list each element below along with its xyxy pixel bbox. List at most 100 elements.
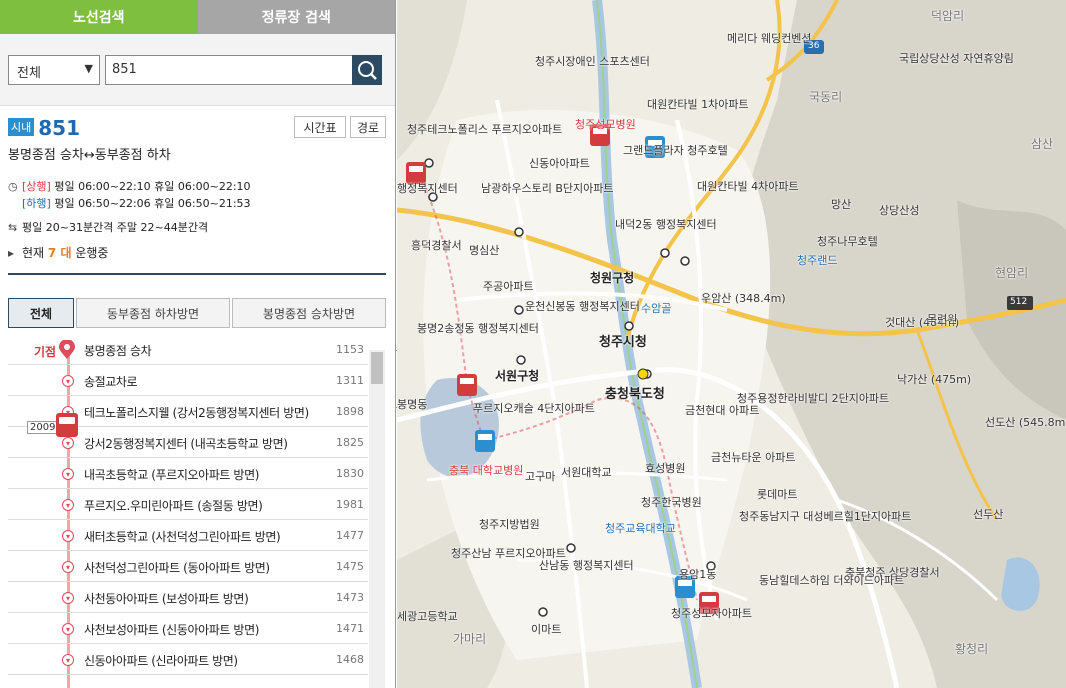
stop-name: 내곡초등학교 (푸르지오아파트 방면) bbox=[84, 468, 259, 482]
map-label-uncheon[interactable]: 운천신봉동 행정복지센터 bbox=[525, 298, 640, 314]
map-label-geumcheon-new[interactable]: 금천뉴타운 아파트 bbox=[711, 449, 795, 465]
map-label-daewon4[interactable]: 대원칸타빌 4차아파트 bbox=[697, 178, 799, 194]
map-label-goguma[interactable]: 고구마 bbox=[525, 468, 555, 484]
stop-row[interactable]: ▾ 송절교차로 1311 bbox=[8, 365, 368, 396]
map-label-bongmyeong[interactable]: 봉명동 bbox=[397, 396, 427, 412]
map-label-gamari[interactable]: 가마리 bbox=[453, 630, 486, 647]
stop-list: 봉명종점 승차 1153 ▾ 송절교차로 1311 ▾ 테크노폴리스지웰 (강서2동행정복지… bbox=[8, 334, 368, 688]
map-label-namgwang[interactable]: 남광하우스토리 B단지아파트 bbox=[481, 180, 613, 196]
bus-icon[interactable] bbox=[56, 413, 78, 437]
map-label-cityhall[interactable]: 청주시청 bbox=[599, 331, 647, 350]
tab-route-search[interactable]: 노선검색 bbox=[0, 0, 198, 34]
direction-tabs: 전체 동부종점 하차방면 봉명종점 승차방면 bbox=[8, 298, 386, 328]
stop-row[interactable]: ▾ 새터초등학교 (사천덕성그린아파트 방면) 1477 bbox=[8, 520, 368, 551]
map-label-myeongsim[interactable]: 명심산 bbox=[469, 242, 499, 258]
map-label-seondo[interactable]: 선도산 (545.8m) bbox=[985, 414, 1066, 430]
map-label-gukdong[interactable]: 국동리 bbox=[809, 88, 842, 105]
stop-row[interactable]: ▾ 사천덕성그린아파트 (동아아파트 방면) 1475 bbox=[8, 551, 368, 582]
clock-icon: ◷ bbox=[8, 180, 18, 193]
map-label-geumcheon-hyundai[interactable]: 금천현대 아파트 bbox=[685, 402, 759, 418]
stop-id: 1471 bbox=[336, 622, 364, 635]
map-label-merida[interactable]: 메리다 웨딩컨벤션 bbox=[727, 30, 811, 46]
map-label-police[interactable]: 흥덕경찰서 bbox=[411, 237, 462, 253]
map-label-naedeok[interactable]: 내덕2동 행정복지센터 bbox=[615, 216, 717, 232]
timetable-button[interactable]: 시간표 bbox=[294, 116, 346, 138]
tab-to-bongmyeong[interactable]: 봉명종점 승차방면 bbox=[232, 298, 386, 328]
map-label-seowon-gu[interactable]: 서원구청 bbox=[495, 367, 539, 384]
path-button[interactable]: 경로 bbox=[350, 116, 386, 138]
stop-id: 1153 bbox=[336, 343, 364, 356]
map-label-jugong[interactable]: 주공아파트 bbox=[483, 278, 534, 294]
stop-id: 1830 bbox=[336, 467, 364, 480]
map-label-hwangcheong[interactable]: 황청리 bbox=[955, 640, 988, 657]
stop-row[interactable]: ▾ 사천동아아파트 (보성아파트 방면) 1473 bbox=[8, 582, 368, 613]
running-info: ▸ 현재 7 대 운행중 bbox=[8, 244, 108, 261]
stop-id: 1898 bbox=[336, 405, 364, 418]
stop-row[interactable]: ▾ 푸르지오.우미린아파트 (송절동 방면) 1981 bbox=[8, 489, 368, 520]
map-label-seongmo-apt[interactable]: 청주성모자아파트 bbox=[671, 605, 752, 621]
up-schedule: ◷ [상행] 평일 06:00~22:10 휴일 06:00~22:10 bbox=[8, 178, 251, 194]
map-label-mangsan[interactable]: 망산 bbox=[831, 196, 851, 212]
map-label-grandplaza[interactable]: 그랜드플라자 청주호텔 bbox=[623, 142, 728, 158]
scroll-thumb[interactable] bbox=[371, 352, 383, 384]
stop-marker-icon: ▾ bbox=[62, 530, 74, 542]
map-label-uamsan[interactable]: 우암산 (348.4m) bbox=[701, 290, 786, 306]
map-label-cnuh[interactable]: 충북 대학교병원 bbox=[449, 462, 523, 478]
stop-name: 사천보성아파트 (신동아아파트 방면) bbox=[84, 623, 259, 637]
map-label-lottemart[interactable]: 롯데마트 bbox=[757, 486, 797, 502]
stop-id: 1477 bbox=[336, 529, 364, 542]
map-label-seondu[interactable]: 선두산 bbox=[973, 506, 1003, 522]
map-label-cheongwon-gu[interactable]: 청원구청 bbox=[590, 269, 634, 286]
map-label-dongnam[interactable]: 동남힐데스하임 더와이드아파트 bbox=[759, 572, 904, 588]
search-button[interactable] bbox=[352, 55, 382, 85]
tab-stop-search[interactable]: 정류장 검색 bbox=[197, 0, 395, 34]
map-label-sangdang[interactable]: 상당산성 bbox=[879, 202, 919, 218]
map-view[interactable]: 청주시청 충청북도청 서원구청 청원구청 흥덕경찰서 청주교육대학교 서원대학교… bbox=[397, 0, 1066, 688]
search-input[interactable]: 851 bbox=[105, 55, 353, 85]
play-icon: ▸ bbox=[8, 246, 15, 260]
stop-name: 사천덕성그린아파트 (동아아파트 방면) bbox=[84, 561, 270, 575]
map-label-court[interactable]: 청주지방법원 bbox=[479, 516, 540, 532]
interval-info: ⇆ 평일 20~31분간격 주말 22~44분간격 bbox=[8, 219, 208, 235]
map-label-forest[interactable]: 국립상당산성 자연휴양림 bbox=[899, 50, 1014, 66]
map-label-daewon1[interactable]: 대원칸타빌 1차아파트 bbox=[647, 96, 749, 112]
map-label-admin-center[interactable]: 행정복지센터 bbox=[397, 180, 458, 196]
map-label-hotel[interactable]: 청주나무호텔 bbox=[817, 233, 878, 249]
map-label-sindonga[interactable]: 신동아아파트 bbox=[529, 155, 590, 171]
map-label-bongmyeong2[interactable]: 봉명2송정동 행정복지센터 bbox=[417, 320, 539, 336]
up-times: 평일 06:00~22:10 휴일 06:00~22:10 bbox=[54, 180, 251, 193]
scrollbar[interactable] bbox=[369, 350, 385, 688]
stop-marker-icon: ▾ bbox=[62, 468, 74, 480]
map-label-techno[interactable]: 청주테크노폴리스 푸르지오아파트 bbox=[407, 121, 562, 137]
map-label-mokryeon[interactable]: 목련원 bbox=[927, 311, 957, 327]
stop-row[interactable]: ▾ 내곡초등학교 (푸르지오아파트 방면) 1830 bbox=[8, 458, 368, 489]
map-label-prugio4[interactable]: 푸르지오캐슬 4단지아파트 bbox=[473, 400, 595, 416]
map-label-seowon-univ[interactable]: 서원대학교 bbox=[561, 464, 612, 480]
category-select[interactable]: 전체 ▼ bbox=[8, 55, 100, 85]
tab-to-dongbu[interactable]: 동부종점 하차방면 bbox=[76, 298, 230, 328]
stop-id: 1475 bbox=[336, 560, 364, 573]
map-label-hankook[interactable]: 청주한국병원 bbox=[641, 494, 702, 510]
map-label-hyeonam[interactable]: 현암리 bbox=[995, 264, 1028, 281]
map-label-edu-univ[interactable]: 청주교육대학교 bbox=[605, 520, 676, 536]
stop-name: 푸르지오.우미린아파트 (송절동 방면) bbox=[84, 499, 263, 513]
map-label-yongam1[interactable]: 용암1동 bbox=[679, 566, 716, 582]
map-label-samsan[interactable]: 삼산 bbox=[1031, 135, 1053, 152]
map-label-sports[interactable]: 청주시장애인 스포츠센터 bbox=[535, 53, 650, 69]
map-label-deokam[interactable]: 덕암리 bbox=[931, 7, 964, 24]
map-label-emart[interactable]: 이마트 bbox=[531, 621, 561, 637]
top-tabs: 노선검색 정류장 검색 bbox=[0, 0, 395, 34]
map-label-hyoseong[interactable]: 효성병원 bbox=[645, 460, 685, 476]
map-label-segwang[interactable]: 세광고등학교 bbox=[397, 608, 458, 624]
map-label-stmary[interactable]: 청주성모병원 bbox=[575, 116, 636, 132]
stop-row[interactable]: ▾ 신동아아파트 (신라아파트 방면) 1468 bbox=[8, 644, 368, 675]
map-label-daeseong[interactable]: 청주동남지구 대성베르힐1단지아파트 bbox=[739, 508, 911, 524]
map-label-provincial-office[interactable]: 충청북도청 bbox=[605, 383, 665, 402]
map-label-sannam[interactable]: 산남동 행정복지센터 bbox=[539, 557, 634, 573]
stop-row[interactable]: ▾ 사천보성아파트 (신동아아파트 방면) 1471 bbox=[8, 613, 368, 644]
map-label-yongjeong[interactable]: 청주용정한라비발디 2단지아파트 bbox=[737, 390, 889, 406]
map-label-suamgol[interactable]: 수암골 bbox=[641, 300, 671, 316]
tab-all[interactable]: 전체 bbox=[8, 298, 74, 328]
map-label-cheongjuland[interactable]: 청주랜드 bbox=[797, 252, 837, 268]
map-label-nakga[interactable]: 낙가산 (475m) bbox=[897, 371, 971, 387]
